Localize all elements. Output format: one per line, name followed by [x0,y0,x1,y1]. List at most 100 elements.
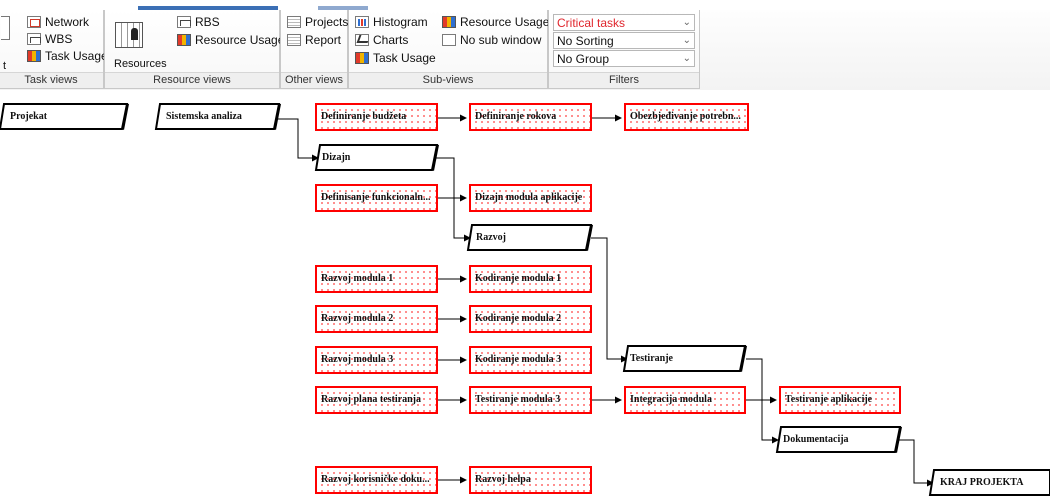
task-node[interactable]: Dizajn modula aplikacije [469,184,592,212]
network-diagram: Projekat Sistemska analiza Dizajn Razvoj… [0,90,1050,496]
no-sub-window-icon [442,34,456,46]
task-node[interactable]: Definiranje budžeta [315,103,438,131]
filters-caption: Filters [549,72,699,88]
task-node[interactable]: Testiranje aplikacije [779,386,901,414]
group-value: No Group [557,52,610,66]
task-label: Definiranje budžeta [321,111,407,122]
task-usage-label: Task Usage [45,49,108,63]
task-label: Kodiranje modula 2 [475,313,562,324]
task-label: Razvoj modula 3 [321,354,394,365]
task-node[interactable]: Definisanje funkcionaln... [315,184,438,212]
report-icon [287,34,301,46]
summary-node-projekat[interactable]: Projekat [0,103,130,130]
charts-button[interactable]: Charts [355,32,408,48]
task-label: Testiranje aplikacije [785,394,873,405]
task-node[interactable]: Kodiranje modula 2 [469,305,592,333]
sub-task-usage-button[interactable]: Task Usage [355,50,436,66]
task-label: Razvoj helpa [475,474,531,485]
histogram-button[interactable]: Histogram [355,14,428,30]
task-usage-view-button[interactable]: Task Usage [27,48,108,64]
projects-view-button[interactable]: Projects [287,14,348,30]
task-label: Razvoj plana testiranja [321,394,421,405]
resource-usage-icon [442,16,456,28]
chevron-down-icon: ⌄ [682,53,691,64]
resource-usage-view-button[interactable]: Resource Usage [177,32,284,48]
projects-icon [287,16,301,28]
summary-node-razvoj[interactable]: Razvoj [466,224,594,251]
task-node[interactable]: Razvoj plana testiranja [315,386,438,414]
projects-label: Projects [305,15,349,29]
link-line [899,439,934,487]
filter-select[interactable]: Critical tasks ⌄ [553,14,695,31]
summary-node-dizajn[interactable]: Dizajn [314,144,440,171]
no-sub-window-label: No sub window [460,33,542,47]
charts-label: Charts [373,33,409,47]
task-node[interactable]: Razvoj modula 2 [315,305,438,333]
link-line [591,237,628,363]
other-views-group: Projects Report Other views [280,10,348,89]
task-label: Dizajn modula aplikacije [475,192,583,203]
network-label: Network [45,15,90,29]
summary-label: Dizajn [322,152,351,163]
task-node[interactable]: Definiranje rokova [469,103,592,131]
task-node[interactable]: Kodiranje modula 1 [469,265,592,293]
task-node[interactable]: Razvoj modula 3 [315,346,438,374]
ribbon-toolbar: t Network WBS Task Usage Task views Reso… [0,0,1050,91]
task-label: Kodiranje modula 1 [475,273,562,284]
resource-usage-icon [177,34,191,46]
chevron-down-icon: ⌄ [682,17,691,28]
rbs-icon [177,16,191,28]
wbs-view-button[interactable]: WBS [27,31,72,47]
task-label: Kodiranje modula 3 [475,354,562,365]
filters-group: Critical tasks ⌄ No Sorting ⌄ No Group ⌄… [548,10,700,89]
task-label: Razvoj modula 2 [321,313,394,324]
task-node[interactable]: Razvoj modula 1 [315,265,438,293]
summary-node-testiranje[interactable]: Testiranje [622,345,748,372]
resource-views-caption: Resource views [105,72,279,88]
task-node[interactable]: Obezbjeđivanje potrebn... [624,103,749,131]
no-sub-window-button[interactable]: No sub window [442,32,541,48]
other-views-caption: Other views [281,72,347,88]
sub-resource-usage-button[interactable]: Resource Usage [442,14,549,30]
rbs-label: RBS [195,15,220,29]
resources-icon[interactable] [115,22,143,48]
network-icon [27,16,41,28]
chevron-down-icon: ⌄ [682,35,691,46]
resource-views-group: Resources RBS Resource Usage Resource vi… [104,10,284,89]
summary-node-sistemska-analiza[interactable]: Sistemska analiza [154,103,282,130]
summary-label: Testiranje [630,353,673,364]
charts-icon [355,34,369,46]
summary-label: Razvoj [476,232,506,243]
task-label: Obezbjeđivanje potrebn... [630,111,741,122]
ribbon-top-strip [0,0,1050,10]
task-node[interactable]: Testiranje modula 3 [469,386,592,414]
summary-node-dokumentacija[interactable]: Dokumentacija [775,426,903,453]
task-node[interactable]: Integracija modula [624,386,746,414]
task-label: Definiranje rokova [475,111,557,122]
summary-label: Projekat [10,111,48,122]
task-node[interactable]: Kodiranje modula 3 [469,346,592,374]
sorting-select[interactable]: No Sorting ⌄ [553,32,695,49]
sub-resource-usage-label: Resource Usage [460,15,550,29]
report-view-button[interactable]: Report [287,32,341,48]
rbs-view-button[interactable]: RBS [177,14,220,30]
sub-views-group: Histogram Charts Task Usage Resource Usa… [348,10,549,89]
task-node[interactable]: Razvoj korisničke doku... [315,466,438,494]
histogram-label: Histogram [373,15,428,29]
report-label: Report [305,33,342,47]
summary-label: Sistemska analiza [166,111,242,122]
task-label: Razvoj modula 1 [321,273,394,284]
task-views-group: t Network WBS Task Usage Task views [0,10,108,89]
resources-button[interactable]: Resources [114,56,167,72]
task-node[interactable]: Razvoj helpa [469,466,592,494]
wbs-label: WBS [45,32,73,46]
collapsed-view-icon[interactable] [1,16,10,40]
network-view-button[interactable]: Network [27,14,89,30]
summary-label: Dokumentacija [783,434,849,445]
task-label: Razvoj korisničke doku... [321,474,430,485]
task-label: Integracija modula [630,394,712,405]
task-label: Testiranje modula 3 [475,394,561,405]
sub-views-caption: Sub-views [349,72,547,88]
group-select[interactable]: No Group ⌄ [553,50,695,67]
task-views-caption: Task views [0,72,103,88]
